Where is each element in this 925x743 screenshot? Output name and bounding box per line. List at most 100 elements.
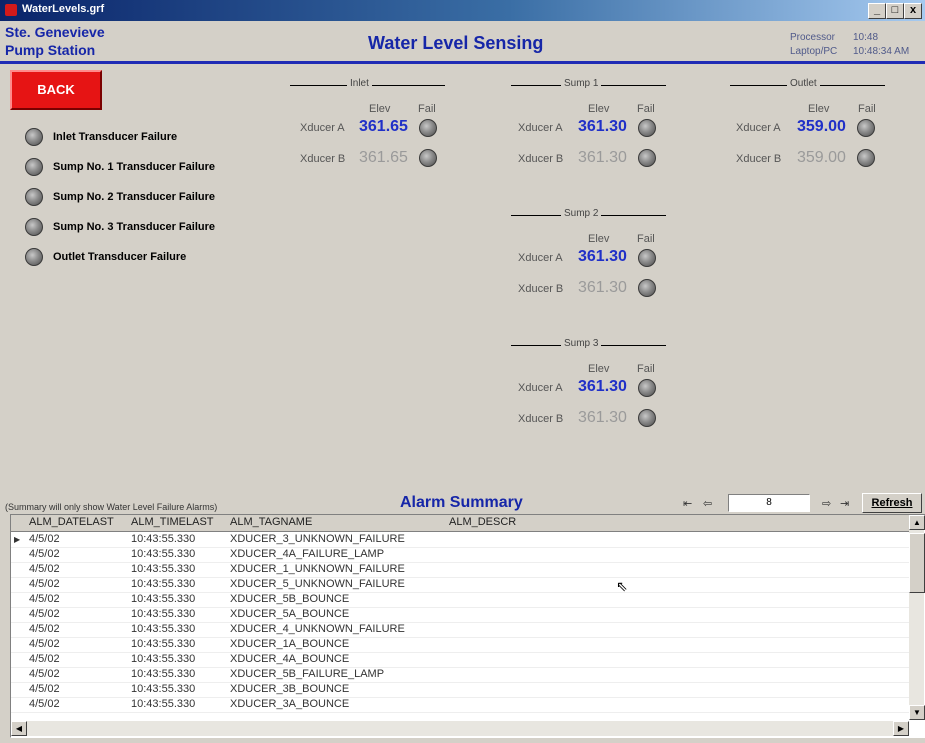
row-date: 4/5/02 (29, 593, 60, 605)
inlet-failure-label: Inlet Transducer Failure (53, 131, 178, 143)
row-tagname: XDUCER_3A_BOUNCE (230, 698, 350, 710)
column-header-tagname[interactable]: ALM_TAGNAME (230, 516, 312, 528)
alarm-grid[interactable]: ALM_DATELAST ALM_TIMELAST ALM_TAGNAME AL… (10, 514, 925, 738)
sump1-xducer-a-label: Xducer A (518, 122, 563, 134)
column-header-descr[interactable]: ALM_DESCR (449, 516, 516, 528)
row-tagname: XDUCER_4A_BOUNCE (230, 653, 350, 665)
back-button[interactable]: BACK (10, 70, 102, 110)
page-header: Ste. Genevieve Pump Station Water Level … (0, 21, 925, 64)
inlet-a-fail-icon (419, 119, 437, 137)
inlet-xducer-a-label: Xducer A (300, 122, 345, 134)
column-header-timelast[interactable]: ALM_TIMELAST (131, 516, 214, 528)
outlet-xducer-b-label: Xducer B (736, 153, 782, 165)
sump2-failure-label: Sump No. 2 Transducer Failure (53, 191, 215, 203)
next-record-icon[interactable]: ⇨ (822, 497, 831, 510)
outlet-xducer-a-label: Xducer A (736, 122, 781, 134)
table-row[interactable]: 4/5/02 10:43:55.330 XDUCER_3A_BOUNCE (11, 697, 909, 713)
row-tagname: XDUCER_4A_FAILURE_LAMP (230, 548, 385, 560)
sump3-group-title: Sump 3 (561, 338, 602, 349)
close-button[interactable]: x (904, 3, 922, 19)
row-date: 4/5/02 (29, 638, 60, 650)
row-time: 10:43:55.330 (131, 593, 196, 605)
last-record-icon[interactable]: ⇥ (840, 497, 849, 510)
table-row[interactable]: 4/5/02 10:43:55.330 XDUCER_4A_FAILURE_LA… (11, 547, 909, 563)
sump3-xducer-a-label: Xducer A (518, 382, 563, 394)
sump2-xducer-b-value: 361.30 (578, 279, 627, 296)
sump2-group-title: Sump 2 (561, 208, 602, 219)
record-number-field[interactable]: 8 (728, 494, 810, 512)
table-row[interactable]: 4/5/02 10:43:55.330 XDUCER_4_UNKNOWN_FAI… (11, 622, 909, 638)
row-date: 4/5/02 (29, 548, 60, 560)
row-time: 10:43:55.330 (131, 638, 196, 650)
table-row[interactable]: 4/5/02 10:43:55.330 XDUCER_1_UNKNOWN_FAI… (11, 562, 909, 578)
window-title: WaterLevels.grf (22, 3, 105, 15)
app-icon (5, 4, 17, 16)
sump1-xducer-a-value: 361.30 (578, 118, 627, 135)
table-row[interactable]: 4/5/02 10:43:55.330 XDUCER_1A_BOUNCE (11, 637, 909, 653)
vertical-scrollbar[interactable]: ▲ ▼ (909, 515, 925, 720)
outlet-xducer-a-value: 359.00 (797, 118, 846, 135)
inlet-xducer-b-label: Xducer B (300, 153, 346, 165)
scroll-left-icon[interactable]: ◀ (11, 721, 27, 736)
refresh-button[interactable]: Refresh (862, 493, 922, 513)
sump3-elev-header: Elev (588, 363, 610, 375)
mouse-pointer-icon: ⇖ (616, 578, 628, 594)
sump2-failure-indicator-icon (25, 188, 43, 206)
sump2-xducer-a-value: 361.30 (578, 248, 627, 265)
outlet-failure-indicator-icon (25, 248, 43, 266)
inlet-xducer-b-value: 361.65 (359, 149, 408, 166)
horizontal-scrollbar[interactable]: ◀ ▶ (11, 721, 909, 736)
column-header-datelast[interactable]: ALM_DATELAST (29, 516, 114, 528)
row-tagname: XDUCER_3_UNKNOWN_FAILURE (230, 533, 405, 545)
first-record-icon[interactable]: ⇤ (683, 497, 692, 510)
row-date: 4/5/02 (29, 653, 60, 665)
sump3-failure-indicator-icon (25, 218, 43, 236)
row-time: 10:43:55.330 (131, 608, 196, 620)
previous-record-icon[interactable]: ⇦ (703, 497, 712, 510)
scroll-up-icon[interactable]: ▲ (909, 515, 925, 530)
sump2-a-fail-icon (638, 249, 656, 267)
sump1-elev-header: Elev (588, 103, 610, 115)
table-row[interactable]: 4/5/02 10:43:55.330 XDUCER_3B_BOUNCE (11, 682, 909, 698)
row-tagname: XDUCER_4_UNKNOWN_FAILURE (230, 623, 405, 635)
inlet-xducer-a-value: 361.65 (359, 118, 408, 135)
outlet-xducer-b-value: 359.00 (797, 149, 846, 166)
laptop-time: 10:48:34 AM (853, 46, 910, 57)
outlet-b-fail-icon (857, 149, 875, 167)
row-date: 4/5/02 (29, 578, 60, 590)
current-row-arrow-icon: ▶ (14, 535, 21, 544)
restore-button[interactable]: □ (886, 3, 904, 19)
row-time: 10:43:55.330 (131, 683, 196, 695)
sump2-b-fail-icon (638, 279, 656, 297)
sump3-a-fail-icon (638, 379, 656, 397)
minimize-button[interactable]: _ (868, 3, 886, 19)
vertical-scroll-thumb[interactable] (909, 533, 925, 593)
row-time: 10:43:55.330 (131, 548, 196, 560)
scroll-right-icon[interactable]: ▶ (893, 721, 909, 736)
row-time: 10:43:55.330 (131, 698, 196, 710)
table-row[interactable]: 4/5/02 10:43:55.330 XDUCER_5A_BOUNCE (11, 607, 909, 623)
table-row[interactable]: 4/5/02 10:43:55.330 XDUCER_4A_BOUNCE (11, 652, 909, 668)
sump1-failure-indicator-icon (25, 158, 43, 176)
row-tagname: XDUCER_5A_BOUNCE (230, 608, 350, 620)
table-row[interactable]: 4/5/02 10:43:55.330 XDUCER_5B_FAILURE_LA… (11, 667, 909, 683)
sump3-fail-header: Fail (637, 363, 655, 375)
table-row[interactable]: ▶ 4/5/02 10:43:55.330 XDUCER_3_UNKNOWN_F… (11, 532, 909, 548)
row-time: 10:43:55.330 (131, 533, 196, 545)
alarm-summary-note: (Summary will only show Water Level Fail… (5, 502, 218, 512)
row-date: 4/5/02 (29, 608, 60, 620)
row-time: 10:43:55.330 (131, 563, 196, 575)
table-row[interactable]: 4/5/02 10:43:55.330 XDUCER_5_UNKNOWN_FAI… (11, 577, 909, 593)
sump3-failure-label: Sump No. 3 Transducer Failure (53, 221, 215, 233)
scroll-down-icon[interactable]: ▼ (909, 705, 925, 720)
sump3-xducer-b-label: Xducer B (518, 413, 564, 425)
row-tagname: XDUCER_1A_BOUNCE (230, 638, 350, 650)
outlet-elev-header: Elev (808, 103, 830, 115)
row-date: 4/5/02 (29, 683, 60, 695)
table-row[interactable]: 4/5/02 10:43:55.330 XDUCER_5B_BOUNCE (11, 592, 909, 608)
alarm-summary-title: Alarm Summary (400, 494, 523, 511)
sump2-fail-header: Fail (637, 233, 655, 245)
inlet-b-fail-icon (419, 149, 437, 167)
station-name-line1: Ste. Genevieve (5, 24, 105, 40)
window-title-bar[interactable]: WaterLevels.grf _ □ x (0, 0, 925, 21)
